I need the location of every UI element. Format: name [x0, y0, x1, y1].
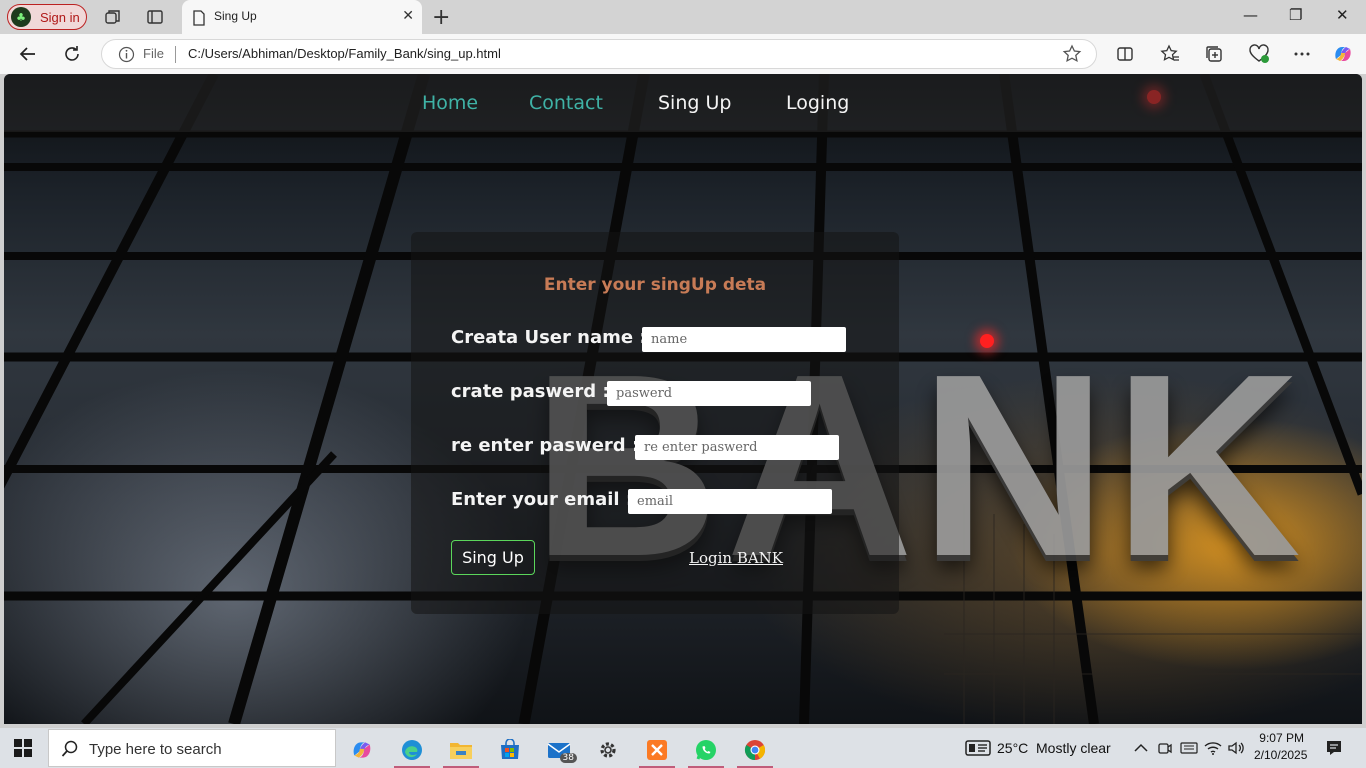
tab-close-icon[interactable]: ✕: [402, 8, 414, 24]
windows-taskbar: Type here to search 38 25°C Mostly clear: [0, 728, 1366, 768]
minimize-icon[interactable]: —: [1243, 6, 1258, 24]
address-bar[interactable]: File C:/Users/Abhiman/Desktop/Family_Ban…: [101, 39, 1097, 69]
mail-unread-badge: 38: [559, 753, 577, 763]
red-beacon-light: [980, 334, 994, 348]
volume-icon[interactable]: [1227, 739, 1245, 757]
notifications-icon[interactable]: [1325, 739, 1343, 761]
site-info-icon[interactable]: [118, 46, 135, 67]
collections-icon[interactable]: [1203, 43, 1225, 65]
back-icon[interactable]: [17, 43, 39, 65]
chevron-up-icon[interactable]: [1132, 739, 1150, 757]
tab-title: Sing Up: [214, 9, 257, 23]
settings-more-icon[interactable]: [1291, 43, 1313, 65]
email-input[interactable]: [628, 489, 832, 514]
nav-signup-link[interactable]: Sing Up: [658, 92, 731, 114]
weather-icon[interactable]: [965, 739, 991, 761]
settings-gear-icon[interactable]: [588, 732, 628, 768]
profile-avatar-icon: ♣: [11, 7, 31, 27]
close-window-icon[interactable]: ✕: [1336, 6, 1349, 24]
signup-form-card: Enter your singUp deta Creata User name …: [411, 232, 899, 614]
store-app-icon[interactable]: [490, 732, 530, 768]
chrome-app-icon[interactable]: [735, 732, 775, 768]
confirm-password-input[interactable]: [635, 435, 839, 460]
email-label: Enter your email :: [451, 489, 634, 510]
weather-temperature[interactable]: 25°C: [997, 740, 1028, 756]
clock-time[interactable]: 9:07 PM: [1258, 731, 1304, 745]
site-navbar: Home Contact Sing Up Loging: [4, 74, 1362, 132]
page-icon: [192, 10, 206, 30]
username-label: Creata User name :: [451, 327, 647, 348]
username-input[interactable]: [642, 327, 846, 352]
profile-signin-button[interactable]: ♣ Sign in: [7, 4, 87, 30]
whatsapp-app-icon[interactable]: [686, 732, 726, 768]
page-viewport: BANK Home Contact Sing Up Loging Enter y…: [4, 74, 1362, 724]
mail-app-icon[interactable]: 38: [539, 732, 579, 768]
nav-contact-link[interactable]: Contact: [529, 92, 603, 114]
address-divider: [175, 46, 176, 63]
signup-submit-button[interactable]: Sing Up: [451, 540, 535, 575]
copilot-icon[interactable]: [1332, 43, 1354, 65]
workspaces-icon[interactable]: [103, 7, 123, 27]
copilot-app-icon[interactable]: [342, 732, 382, 768]
edge-app-icon[interactable]: [392, 732, 432, 768]
meet-now-icon[interactable]: [1156, 739, 1174, 757]
nav-login-link[interactable]: Loging: [786, 92, 849, 114]
start-windows-icon[interactable]: [14, 739, 32, 757]
file-explorer-icon[interactable]: [441, 732, 481, 768]
split-screen-icon[interactable]: [1114, 43, 1136, 65]
clock-date[interactable]: 2/10/2025: [1254, 748, 1307, 762]
new-tab-icon[interactable]: +: [432, 5, 450, 30]
refresh-icon[interactable]: [61, 43, 83, 65]
xampp-app-icon[interactable]: [637, 732, 677, 768]
browser-titlebar: ♣ Sign in Sing Up ✕ + — ❐ ✕: [0, 0, 1366, 34]
nav-home-link[interactable]: Home: [422, 92, 478, 114]
confirm-password-label: re enter paswerd :: [451, 435, 640, 456]
tab-actions-icon[interactable]: [145, 7, 165, 27]
favorites-icon[interactable]: [1159, 43, 1181, 65]
wifi-icon[interactable]: [1204, 739, 1222, 757]
browser-essentials-icon[interactable]: [1248, 43, 1270, 65]
password-input[interactable]: [607, 381, 811, 406]
input-language-icon[interactable]: [1180, 739, 1198, 757]
password-label: crate paswerd :: [451, 381, 610, 402]
login-bank-link[interactable]: Login BANK: [689, 549, 783, 567]
form-title: Enter your singUp deta: [543, 275, 767, 295]
search-placeholder: Type here to search: [89, 741, 222, 758]
address-url[interactable]: C:/Users/Abhiman/Desktop/Family_Bank/sin…: [188, 46, 501, 61]
search-icon: [61, 740, 79, 762]
taskbar-search-box[interactable]: Type here to search: [48, 729, 336, 767]
weather-description[interactable]: Mostly clear: [1036, 740, 1111, 756]
favorite-star-icon[interactable]: [1062, 44, 1082, 68]
signin-label: Sign in: [40, 9, 80, 25]
address-scheme-label: File: [143, 46, 164, 61]
browser-toolbar: File C:/Users/Abhiman/Desktop/Family_Ban…: [0, 34, 1366, 74]
tab-sing-up[interactable]: Sing Up ✕: [182, 0, 422, 34]
restore-icon[interactable]: ❐: [1289, 6, 1302, 24]
